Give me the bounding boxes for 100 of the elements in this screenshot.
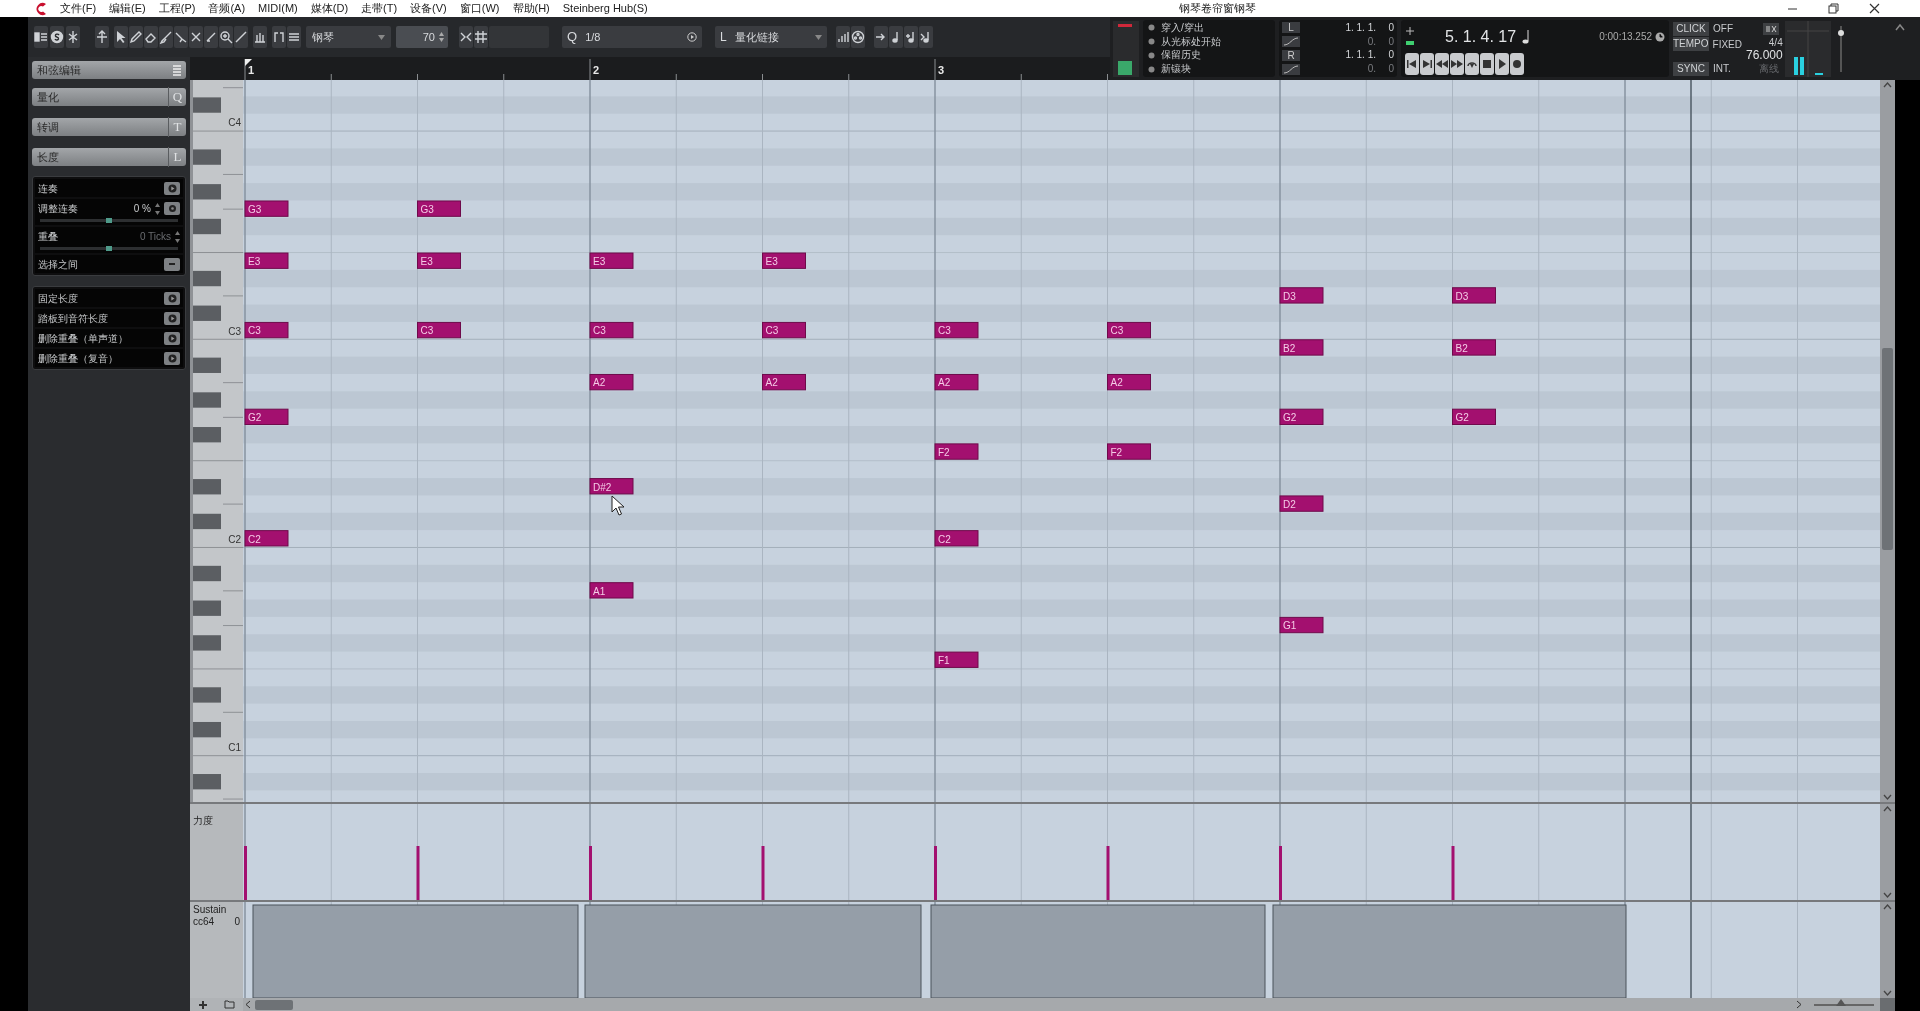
scroll-up-icon[interactable]: [1895, 23, 1905, 31]
arrow-tool-button[interactable]: [114, 26, 128, 48]
panel-toggle-icon[interactable]: [34, 30, 48, 44]
locator-position[interactable]: 1. 1. 1.: [1304, 21, 1376, 34]
midi-note[interactable]: F1: [934, 651, 979, 668]
split-tool-icon[interactable]: [174, 30, 188, 44]
time-warp-button[interactable]: [253, 26, 267, 48]
solo-icon[interactable]: [50, 30, 64, 44]
step-input-button[interactable]: [874, 26, 888, 48]
tempo-value[interactable]: 76.000: [1746, 48, 1783, 61]
midi-note[interactable]: E3: [762, 252, 806, 269]
pencil-icon[interactable]: [129, 30, 143, 44]
menu-item[interactable]: Steinberg Hub(S): [562, 0, 648, 17]
inspector-section-header[interactable]: 长度 L: [32, 148, 186, 166]
play-circle-icon[interactable]: [687, 32, 697, 42]
record-icon[interactable]: [1510, 58, 1524, 70]
midi-note[interactable]: D2: [1279, 495, 1324, 512]
folder-icon[interactable]: [224, 1000, 235, 1009]
midi-note[interactable]: C3: [762, 321, 806, 339]
auto-scroll-button[interactable]: [95, 26, 109, 48]
menu-item[interactable]: 文件(F): [60, 0, 97, 17]
locator-offset[interactable]: 0: [1380, 21, 1394, 34]
play-button[interactable]: [1495, 53, 1509, 75]
value-field[interactable]: 0 %: [133, 201, 151, 216]
track-dropdown[interactable]: 钢琴: [306, 26, 391, 48]
scroll-right-icon[interactable]: [1796, 1000, 1802, 1009]
slider-track[interactable]: [40, 219, 178, 222]
fast-forward-button[interactable]: [1450, 53, 1464, 75]
volume-slider-thumb[interactable]: [1838, 30, 1844, 37]
cross-icon[interactable]: [189, 30, 203, 44]
piano-keyboard-drawing[interactable]: [192, 80, 243, 802]
option-toggle[interactable]: [164, 257, 180, 271]
restore-icon[interactable]: [1828, 3, 1839, 14]
midi-note[interactable]: D#2: [589, 478, 634, 495]
grid-icon[interactable]: [474, 30, 488, 44]
midi-note[interactable]: G3: [417, 200, 461, 217]
bracket-icon[interactable]: [272, 30, 286, 44]
spinner-icon[interactable]: [175, 230, 180, 243]
go-to-start-button[interactable]: [1405, 53, 1419, 75]
close-icon[interactable]: [1869, 3, 1880, 14]
line-tool-icon[interactable]: [234, 30, 248, 44]
fast-forward-icon[interactable]: [1450, 58, 1464, 70]
zoom-button[interactable]: [219, 26, 233, 48]
split-tool-button[interactable]: [174, 26, 188, 48]
midi-note[interactable]: F2: [1107, 443, 1151, 460]
controller-lane[interactable]: [243, 902, 1880, 998]
midi-note[interactable]: C3: [417, 321, 461, 339]
rewind-icon[interactable]: [1435, 58, 1449, 70]
midi-note[interactable]: C3: [934, 321, 979, 339]
brush-button[interactable]: [159, 26, 173, 48]
tempo-button[interactable]: TEMPO: [1673, 36, 1709, 51]
skip-forward-icon[interactable]: [1420, 58, 1434, 70]
skip-back-icon[interactable]: [1405, 58, 1419, 70]
midi-note[interactable]: C3: [589, 321, 634, 339]
metronome-settings-icon[interactable]: [1763, 22, 1779, 35]
midi-note[interactable]: A2: [1107, 374, 1151, 391]
midi-note[interactable]: A2: [589, 374, 634, 391]
go-to-end-button[interactable]: [1420, 53, 1434, 75]
quantize-dropdown[interactable]: Q 1/8: [562, 26, 702, 48]
cycle-button[interactable]: [1465, 53, 1479, 75]
lines-button[interactable]: [287, 26, 301, 48]
ramp-icon[interactable]: [1282, 36, 1300, 48]
midi-note[interactable]: G3: [244, 200, 289, 217]
color-wheel-icon[interactable]: [851, 30, 865, 44]
sync-button[interactable]: SYNC: [1673, 61, 1709, 76]
slider-track[interactable]: [40, 247, 178, 250]
locator-position[interactable]: 1. 1. 1.: [1304, 49, 1376, 62]
ramp-icon[interactable]: [1282, 63, 1300, 75]
stop-button[interactable]: [1480, 53, 1494, 75]
cross-button[interactable]: [189, 26, 203, 48]
listen-button[interactable]: [66, 26, 80, 48]
time-warp-icon[interactable]: [253, 30, 267, 44]
add-lane-icon[interactable]: [198, 999, 208, 1010]
menu-item[interactable]: 帮助(H): [512, 0, 550, 17]
horizontal-scrollbar[interactable]: [243, 998, 1880, 1011]
midi-note[interactable]: D3: [1452, 287, 1496, 304]
locator-offset[interactable]: 0: [1380, 49, 1394, 62]
record-mode-label[interactable]: 保留历史: [1161, 49, 1201, 62]
scrollbar-thumb[interactable]: [255, 999, 293, 1010]
midi-note[interactable]: A2: [762, 374, 806, 391]
midi-note[interactable]: F2: [934, 443, 979, 460]
menu-item[interactable]: 音频(A): [208, 0, 246, 17]
menu-item[interactable]: MIDI(M): [258, 0, 298, 17]
inspector-section-header[interactable]: 转调 T: [32, 118, 186, 136]
inspector-section-header[interactable]: 量化 Q: [32, 88, 186, 106]
midi-note[interactable]: C2: [244, 530, 289, 547]
midi-note[interactable]: E3: [589, 252, 634, 269]
record-mode-label[interactable]: 新镶块: [1161, 63, 1191, 76]
click-button[interactable]: CLICK: [1673, 21, 1709, 36]
locator-position[interactable]: 0.: [1304, 35, 1376, 48]
collapse-button[interactable]: [459, 26, 473, 48]
line-tool-button[interactable]: [234, 26, 248, 48]
length-quantize-dropdown[interactable]: L 量化链接: [715, 26, 827, 48]
bracket-button[interactable]: [272, 26, 286, 48]
plus-minus-icon[interactable]: [1405, 26, 1415, 47]
velocity-field[interactable]: 70: [396, 26, 448, 48]
note-button[interactable]: [889, 26, 903, 48]
lines-icon[interactable]: [287, 30, 301, 44]
collapse-icon[interactable]: [459, 30, 473, 44]
midi-note[interactable]: A2: [934, 374, 979, 391]
